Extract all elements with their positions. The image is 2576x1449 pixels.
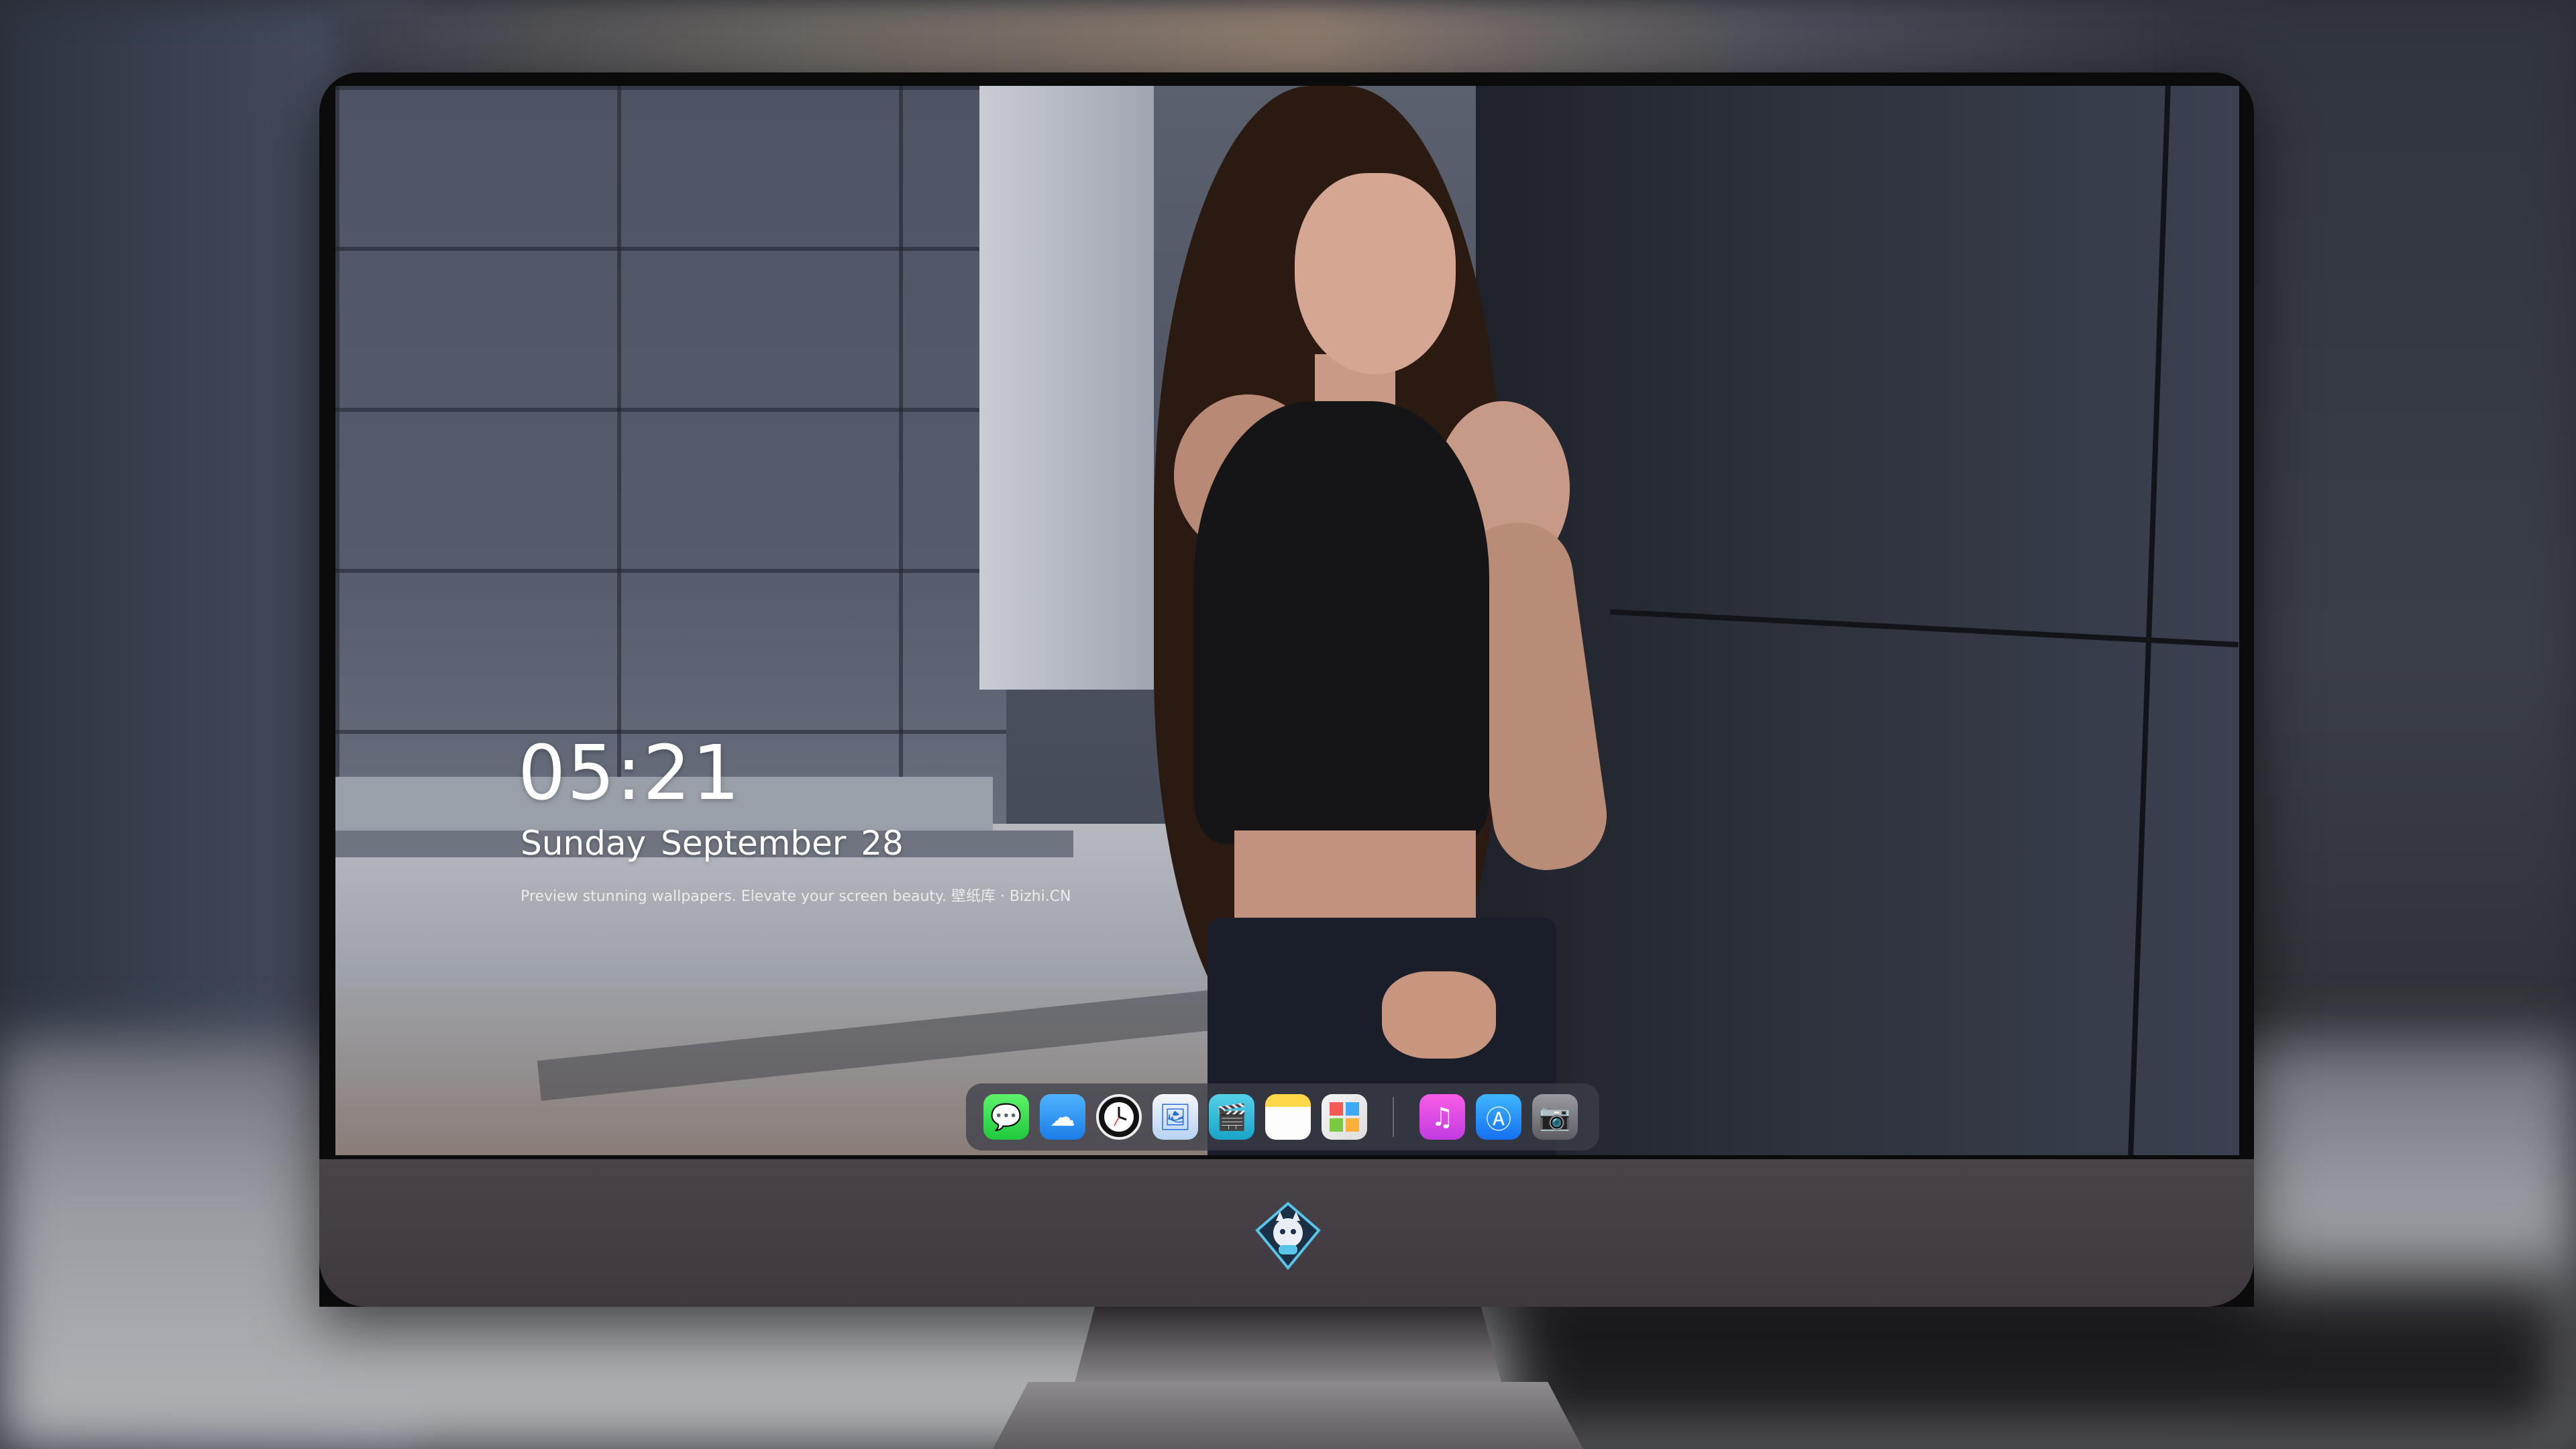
weather-icon[interactable]: ☁ <box>1040 1094 1085 1140</box>
monitor-stand <box>1073 1307 1503 1387</box>
lock-screen <box>335 86 2239 1155</box>
photos-grid-icon <box>1330 1102 1359 1132</box>
music-icon[interactable]: ♫ <box>1419 1094 1465 1140</box>
brand-logo-icon <box>1255 1201 1321 1271</box>
lock-clock: 05:21 <box>518 730 741 817</box>
messages-icon[interactable]: 💬 <box>983 1094 1029 1140</box>
clips-icon[interactable]: 🎬 <box>1209 1094 1254 1140</box>
photos-icon[interactable] <box>1322 1094 1367 1140</box>
lock-tagline: Preview stunning wallpapers. Elevate you… <box>521 888 1071 905</box>
monitor-stand-base <box>993 1382 1583 1449</box>
camera-icon[interactable]: 📷 <box>1532 1094 1578 1140</box>
notes-icon[interactable] <box>1265 1094 1311 1140</box>
lock-date: Sunday September 28 <box>521 824 904 863</box>
clock-icon[interactable] <box>1096 1094 1142 1140</box>
preview-icon[interactable]: 🖼 <box>1152 1094 1198 1140</box>
dock: 💬 ☁ 🖼 🎬 ♫ Ⓐ 📷 <box>966 1083 1599 1150</box>
dock-separator <box>1393 1097 1394 1137</box>
app-store-icon[interactable]: Ⓐ <box>1476 1094 1521 1140</box>
clock-face-icon <box>1104 1102 1134 1132</box>
